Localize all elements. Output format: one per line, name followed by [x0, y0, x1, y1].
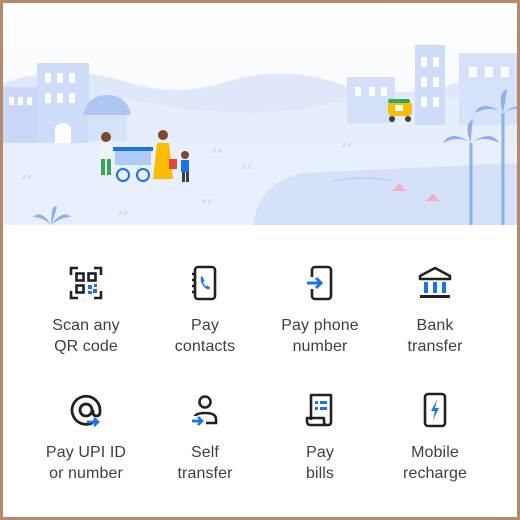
bank-transfer-label: Bank transfer — [407, 317, 463, 355]
phone-transfer-icon — [300, 263, 340, 303]
pay-bills-label: Pay bills — [305, 444, 335, 482]
pay-bills-action[interactable]: Pay bills — [256, 366, 384, 486]
hero-illustration — [3, 3, 517, 225]
pay-upi-id-action[interactable]: Pay UPI ID or number — [22, 366, 150, 486]
pay-phone-number-action[interactable]: Pay phone number — [256, 239, 384, 359]
bill-icon — [300, 390, 340, 430]
bank-icon — [415, 263, 455, 303]
contacts-phone-icon — [185, 263, 225, 303]
self-transfer-action[interactable]: Self transfer — [141, 366, 269, 486]
pay-phone-number-label: Pay phone number — [281, 317, 359, 355]
self-transfer-label: Self transfer — [177, 444, 233, 482]
app-window: Scan any QR code Pay contacts Pay phone … — [3, 3, 517, 517]
scan-qr-action[interactable]: Scan any QR code — [22, 239, 150, 359]
pay-contacts-action[interactable]: Pay contacts — [141, 239, 269, 359]
mobile-recharge-action[interactable]: Mobile recharge — [371, 366, 499, 486]
mobile-recharge-icon — [415, 390, 455, 430]
qr-scan-icon — [66, 263, 106, 303]
at-sign-icon — [66, 390, 106, 430]
self-transfer-icon — [185, 390, 225, 430]
scan-qr-label: Scan any QR code — [52, 317, 120, 355]
mobile-recharge-label: Mobile recharge — [403, 444, 467, 482]
payment-actions-grid: Scan any QR code Pay contacts Pay phone … — [3, 239, 517, 509]
bank-transfer-action[interactable]: Bank transfer — [371, 239, 499, 359]
pay-contacts-label: Pay contacts — [174, 317, 236, 355]
pay-upi-id-label: Pay UPI ID or number — [45, 444, 127, 482]
